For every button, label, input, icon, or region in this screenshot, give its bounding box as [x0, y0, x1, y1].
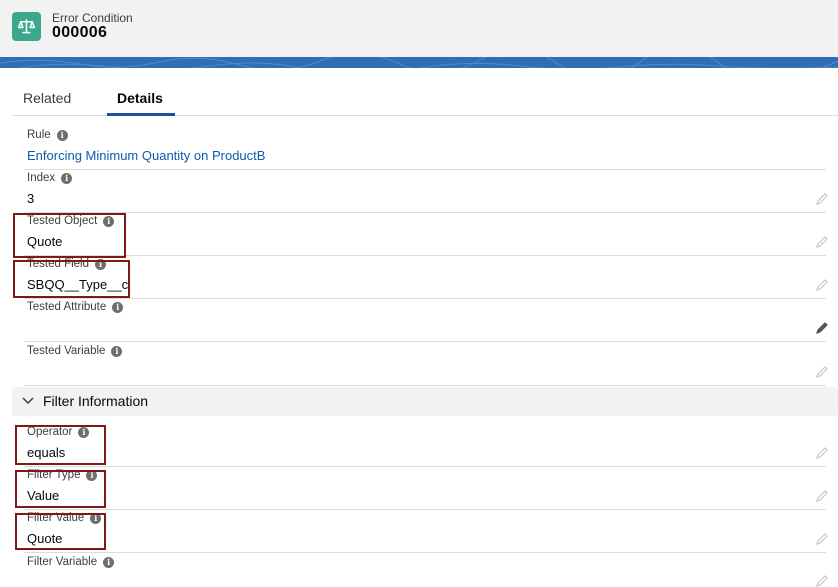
highlight-box — [15, 470, 106, 508]
divider — [24, 552, 826, 553]
object-type-label: Error Condition — [52, 11, 133, 25]
field-tested-object: Tested Object i Quote — [24, 213, 838, 256]
field-filter-value: Filter Value i Quote — [24, 510, 838, 553]
field-filter-type: Filter Type i Value — [24, 467, 838, 510]
pencil-icon[interactable] — [815, 321, 829, 335]
field-tested-attribute: Tested Attribute i — [24, 299, 838, 342]
field-index: Index i 3 — [24, 170, 838, 213]
highlight-box — [13, 213, 126, 258]
pencil-icon[interactable] — [815, 446, 829, 460]
section-title: Filter Information — [43, 393, 149, 409]
pencil-icon[interactable] — [815, 532, 829, 546]
field-rule: Rule i Enforcing Minimum Quantity on Pro… — [24, 127, 838, 170]
field-tested-field: Tested Field i SBQQ__Type__c — [24, 256, 838, 299]
record-header: Error Condition 000006 — [0, 0, 838, 57]
tab-related[interactable]: Related — [23, 90, 71, 106]
field-value: 3 — [27, 191, 35, 206]
field-label: Filter Variable i — [27, 556, 115, 568]
divider — [24, 341, 826, 342]
field-label: Index i — [27, 172, 73, 184]
info-icon[interactable]: i — [103, 556, 115, 568]
field-label-text: Tested Attribute — [27, 301, 107, 313]
field-label-text: Filter Variable — [27, 556, 98, 568]
field-label: Tested Attribute i — [27, 301, 124, 313]
info-icon[interactable]: i — [111, 345, 123, 357]
field-operator: Operator i equals — [24, 424, 838, 467]
field-label-text: Tested Variable — [27, 345, 106, 357]
field-tested-variable: Tested Variable i — [24, 343, 838, 386]
rule-link[interactable]: Enforcing Minimum Quantity on ProductB — [27, 148, 265, 163]
pencil-icon[interactable] — [815, 278, 829, 292]
section-filter-information[interactable]: Filter Information — [12, 387, 838, 416]
field-label-text: Rule — [27, 129, 51, 141]
info-icon[interactable]: i — [112, 301, 124, 313]
field-label: Rule i — [27, 129, 68, 141]
field-label-text: Index — [27, 172, 56, 184]
record-tabs: Related Details — [12, 80, 838, 116]
info-icon[interactable]: i — [61, 172, 73, 184]
highlight-box — [15, 425, 106, 465]
pencil-icon[interactable] — [815, 365, 829, 379]
active-tab-indicator — [107, 113, 175, 116]
chevron-down-icon — [22, 397, 34, 405]
pencil-icon[interactable] — [815, 574, 829, 587]
header-banner — [0, 57, 838, 68]
scales-icon — [12, 12, 41, 41]
field-label: Tested Variable i — [27, 345, 123, 357]
pencil-icon[interactable] — [815, 192, 829, 206]
pencil-icon[interactable] — [815, 235, 829, 249]
highlight-box — [15, 513, 106, 550]
highlight-box — [13, 260, 130, 298]
tab-details[interactable]: Details — [117, 90, 163, 106]
record-name: 000006 — [52, 24, 108, 41]
divider — [24, 385, 826, 386]
field-filter-variable: Filter Variable i — [24, 554, 838, 587]
pencil-icon[interactable] — [815, 489, 829, 503]
info-icon[interactable]: i — [56, 129, 68, 141]
